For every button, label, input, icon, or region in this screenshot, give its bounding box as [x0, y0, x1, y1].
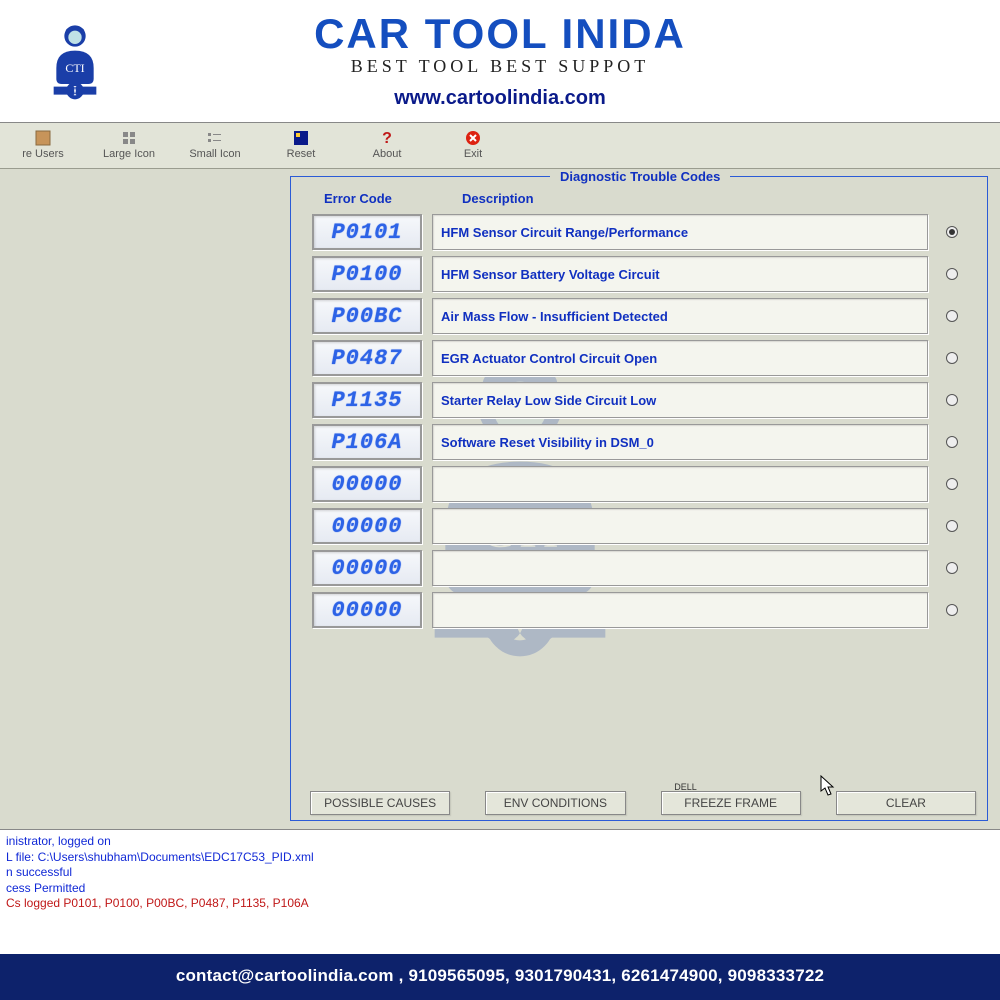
dtc-row: P0487 EGR Actuator Control Circuit Open — [312, 340, 966, 376]
error-code-display: P0100 — [312, 256, 422, 292]
toolbar-re-users[interactable]: re Users — [0, 127, 86, 162]
log-area: inistrator, logged on L file: C:\Users\s… — [0, 829, 1000, 936]
dtc-row: 00000 — [312, 550, 966, 586]
row-radio-col — [938, 550, 966, 586]
error-description: Air Mass Flow - Insufficient Detected — [432, 298, 928, 334]
users-icon — [34, 129, 52, 147]
row-radio-col — [938, 466, 966, 502]
mechanic-logo-icon: CTI — [35, 20, 115, 100]
tab-label: FREEZE FRAME — [684, 796, 777, 810]
toolbar-label: Small Icon — [189, 148, 240, 160]
row-radio-col — [938, 256, 966, 292]
select-row-radio[interactable] — [946, 310, 958, 322]
row-radio-col — [938, 340, 966, 376]
dtc-row: 00000 — [312, 466, 966, 502]
error-description: HFM Sensor Battery Voltage Circuit — [432, 256, 928, 292]
footer-contact: contact@cartoolindia.com , 9109565095, 9… — [0, 954, 1000, 1000]
error-description: Software Reset Visibility in DSM_0 — [432, 424, 928, 460]
svg-text:?: ? — [382, 130, 392, 147]
toolbar-label: re Users — [22, 148, 64, 160]
row-radio-col — [938, 508, 966, 544]
error-code-display: P1135 — [312, 382, 422, 418]
dtc-row: 00000 — [312, 592, 966, 628]
toolbar-label: Large Icon — [103, 148, 155, 160]
dtc-row: P106A Software Reset Visibility in DSM_0 — [312, 424, 966, 460]
dtc-row: 00000 — [312, 508, 966, 544]
footer-spacer — [0, 936, 1000, 954]
error-description — [432, 466, 928, 502]
select-row-radio[interactable] — [946, 226, 958, 238]
error-code-display: P106A — [312, 424, 422, 460]
log-line-4: cess Permitted — [6, 881, 994, 897]
dtc-rows: P0101 HFM Sensor Circuit Range/Performanc… — [290, 214, 988, 628]
app-body: CTI Diagnostic Trouble Codes Error Code … — [0, 169, 1000, 829]
select-row-radio[interactable] — [946, 478, 958, 490]
brand-tagline: BEST TOOL BEST SUPPOT — [150, 56, 850, 77]
reset-icon — [292, 129, 310, 147]
error-code-display: 00000 — [312, 466, 422, 502]
error-description — [432, 592, 928, 628]
error-description — [432, 550, 928, 586]
app-window: re Users Large Icon Small Icon Reset ? A… — [0, 122, 1000, 936]
select-row-radio[interactable] — [946, 436, 958, 448]
toolbar-label: Reset — [287, 148, 316, 160]
toolbar-label: Exit — [464, 148, 482, 160]
tab-freeze-frame[interactable]: DELL FREEZE FRAME — [661, 791, 801, 815]
page-header: CTI CAR TOOL INIDA BEST TOOL BEST SUPPOT… — [0, 0, 1000, 122]
error-description: HFM Sensor Circuit Range/Performance — [432, 214, 928, 250]
row-radio-col — [938, 592, 966, 628]
exit-icon — [464, 129, 482, 147]
tab-possible-causes[interactable]: POSSIBLE CAUSES — [310, 791, 450, 815]
dtc-row: P00BC Air Mass Flow - Insufficient Detect… — [312, 298, 966, 334]
select-row-radio[interactable] — [946, 562, 958, 574]
dtc-panel: Diagnostic Trouble Codes Error Code Desc… — [290, 177, 988, 821]
row-radio-col — [938, 424, 966, 460]
error-code-display: 00000 — [312, 550, 422, 586]
question-icon: ? — [378, 129, 396, 147]
log-line-5: Cs logged P0101, P0100, P00BC, P0487, P1… — [6, 896, 994, 912]
small-icon-icon — [206, 129, 224, 147]
error-description: EGR Actuator Control Circuit Open — [432, 340, 928, 376]
log-line-3: n successful — [6, 865, 994, 881]
toolbar-exit[interactable]: Exit — [430, 127, 516, 162]
row-radio-col — [938, 214, 966, 250]
tab-clear[interactable]: CLEAR — [836, 791, 976, 815]
large-icon-icon — [120, 129, 138, 147]
brand-block: CAR TOOL INIDA BEST TOOL BEST SUPPOT www… — [150, 10, 850, 110]
error-code-display: 00000 — [312, 508, 422, 544]
toolbar-label: About — [373, 148, 402, 160]
toolbar-reset[interactable]: Reset — [258, 127, 344, 162]
log-line-2: L file: C:\Users\shubham\Documents\EDC17… — [6, 850, 994, 866]
select-row-radio[interactable] — [946, 520, 958, 532]
error-description: Starter Relay Low Side Circuit Low — [432, 382, 928, 418]
log-line-1: inistrator, logged on — [6, 834, 994, 850]
error-description — [432, 508, 928, 544]
error-code-display: P0101 — [312, 214, 422, 250]
dtc-tab-row: POSSIBLE CAUSES ENV CONDITIONS DELL FREE… — [310, 791, 976, 815]
row-radio-col — [938, 298, 966, 334]
toolbar-small-icon[interactable]: Small Icon — [172, 127, 258, 162]
dtc-row: P0101 HFM Sensor Circuit Range/Performanc… — [312, 214, 966, 250]
brand-url: www.cartoolindia.com — [150, 87, 850, 110]
select-row-radio[interactable] — [946, 268, 958, 280]
brand-title: CAR TOOL INIDA — [150, 10, 850, 58]
select-row-radio[interactable] — [946, 604, 958, 616]
error-code-display: 00000 — [312, 592, 422, 628]
svg-text:CTI: CTI — [65, 61, 84, 75]
toolbar: re Users Large Icon Small Icon Reset ? A… — [0, 123, 1000, 169]
dtc-row: P0100 HFM Sensor Battery Voltage Circuit — [312, 256, 966, 292]
tab-env-conditions[interactable]: ENV CONDITIONS — [485, 791, 625, 815]
toolbar-large-icon[interactable]: Large Icon — [86, 127, 172, 162]
dtc-row: P1135 Starter Relay Low Side Circuit Low — [312, 382, 966, 418]
row-radio-col — [938, 382, 966, 418]
error-code-display: P0487 — [312, 340, 422, 376]
freeze-frame-hint: DELL — [674, 782, 697, 792]
error-code-display: P00BC — [312, 298, 422, 334]
select-row-radio[interactable] — [946, 394, 958, 406]
logo: CTI — [20, 20, 130, 100]
select-row-radio[interactable] — [946, 352, 958, 364]
toolbar-about[interactable]: ? About — [344, 127, 430, 162]
